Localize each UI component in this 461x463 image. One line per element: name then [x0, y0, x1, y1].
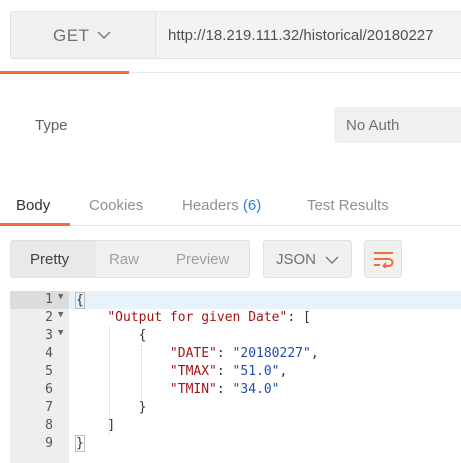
line-number: 7: [45, 400, 53, 415]
line-number: 2: [45, 310, 53, 325]
code-text: {: [76, 328, 147, 343]
view-pretty-button[interactable]: Pretty: [30, 251, 69, 268]
json-punct: }: [138, 400, 147, 415]
fold-arrow-icon[interactable]: ▼: [58, 328, 63, 338]
code-line: 8 ]: [10, 417, 461, 435]
code-text: {: [75, 292, 85, 309]
code-line: 1 ▼ {: [10, 291, 461, 309]
fold-arrow-icon[interactable]: ▼: [58, 292, 63, 302]
request-tab-indicator: [0, 71, 129, 74]
json-punct: :: [216, 346, 233, 361]
code-line: 7 }: [10, 399, 461, 417]
tab-headers[interactable]: Headers (6): [182, 197, 261, 214]
json-key: "Output for given Date": [107, 310, 288, 325]
code-line: 6 "TMIN": "34.0": [10, 381, 461, 399]
code-line: 3 ▼ {: [10, 327, 461, 345]
close-brace: }: [75, 435, 85, 452]
wrap-lines-icon: [374, 252, 394, 268]
indent-guide: [141, 345, 142, 399]
code-text: "TMIN": "34.0": [76, 382, 280, 397]
auth-type-value: No Auth: [346, 117, 400, 134]
tab-headers-label: Headers: [182, 197, 239, 214]
tab-body[interactable]: Body: [16, 197, 50, 214]
code-text: }: [75, 435, 85, 452]
code-line: 9 }: [10, 435, 461, 453]
json-string: "51.0": [232, 364, 280, 379]
divider: [129, 72, 461, 73]
active-tab-indicator: [0, 223, 70, 226]
code-text: "DATE": "20180227",: [76, 346, 319, 361]
line-number: 9: [45, 436, 53, 451]
json-key: "TMAX": [169, 364, 217, 379]
chevron-down-icon: [325, 256, 339, 265]
code-line: 2 ▼ "Output for given Date": [: [10, 309, 461, 327]
wrap-lines-button[interactable]: [364, 240, 402, 278]
fold-arrow-icon[interactable]: ▼: [58, 310, 63, 320]
line-number: 3: [45, 328, 53, 343]
json-string: "34.0": [232, 382, 280, 397]
url-input[interactable]: http://18.219.111.32/historical/20180227: [156, 11, 461, 59]
json-string: "20180227": [232, 346, 311, 361]
format-select[interactable]: JSON: [263, 240, 352, 278]
code-text: "TMAX": "51.0",: [76, 364, 287, 379]
line-number: 8: [45, 418, 53, 433]
text-cursor: [83, 292, 85, 307]
tab-test-results[interactable]: Test Results: [307, 197, 389, 214]
code-text: "Output for given Date": [: [76, 310, 311, 325]
json-punct: ,: [279, 364, 288, 379]
code-line: 4 "DATE": "20180227",: [10, 345, 461, 363]
auth-type-select[interactable]: No Auth: [334, 107, 461, 143]
format-label: JSON: [276, 251, 317, 268]
url-text: http://18.219.111.32/historical/20180227: [168, 27, 434, 44]
json-punct: ,: [310, 346, 319, 361]
json-punct: : [: [287, 310, 311, 325]
method-label: GET: [53, 26, 90, 45]
json-key: "TMIN": [169, 382, 217, 397]
view-mode-control: Pretty Raw Preview: [10, 240, 250, 278]
method-select[interactable]: GET: [10, 11, 156, 59]
code-line: 5 "TMAX": "51.0",: [10, 363, 461, 381]
code-text: }: [76, 400, 147, 415]
headers-count: (6): [242, 197, 262, 214]
open-brace: {: [75, 292, 85, 309]
json-punct: :: [216, 364, 233, 379]
chevron-down-icon: [97, 31, 111, 40]
view-raw-button[interactable]: Raw: [109, 251, 139, 268]
response-body-editor[interactable]: 1 ▼ { 2 ▼ "Output for given Date": [ 3 ▼…: [10, 291, 461, 463]
view-preview-button[interactable]: Preview: [176, 251, 229, 268]
json-punct: :: [216, 382, 233, 397]
json-punct: {: [138, 328, 147, 343]
divider: [70, 225, 461, 226]
line-number: 1: [45, 292, 53, 307]
request-bar: GET http://18.219.111.32/historical/2018…: [10, 11, 461, 59]
indent-guide: [109, 327, 110, 435]
line-number: 6: [45, 382, 53, 397]
line-number: 5: [45, 364, 53, 379]
auth-type-label: Type: [35, 117, 68, 134]
line-number: 4: [45, 346, 53, 361]
json-key: "DATE": [169, 346, 217, 361]
tab-cookies[interactable]: Cookies: [89, 197, 143, 214]
